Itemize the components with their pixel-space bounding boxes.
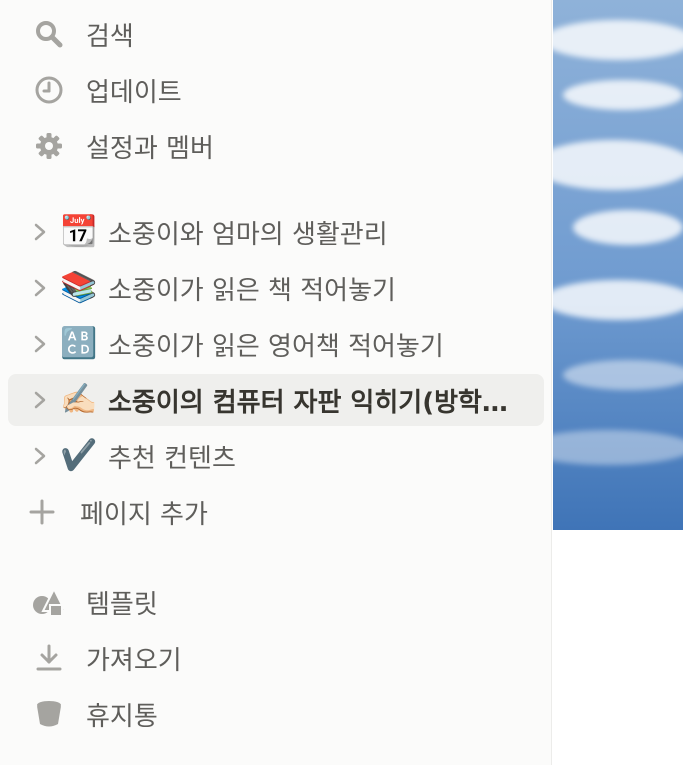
page-title: 소중이가 읽은 책 적어놓기 [108,275,396,306]
chevron-right-icon[interactable] [28,388,52,412]
settings-button[interactable]: 설정과 멤버 [8,120,544,172]
trash-label: 휴지통 [86,701,158,732]
chevron-right-icon[interactable] [28,332,52,356]
trash-button[interactable]: 휴지통 [8,688,544,740]
search-icon [32,17,66,51]
page-title: 소중이와 엄마의 생활관리 [108,219,388,250]
download-icon [32,641,66,675]
add-page-button[interactable]: 페이지 추가 [8,486,544,538]
page-title: 소중이가 읽은 영어책 적어놓기 [108,331,444,362]
shapes-icon [32,585,66,619]
chevron-right-icon[interactable] [28,276,52,300]
chevron-right-icon[interactable] [28,444,52,468]
sidebar-page-item[interactable]: 🔠 소중이가 읽은 영어책 적어놓기 [8,318,544,370]
chevron-right-icon[interactable] [28,220,52,244]
sidebar-page-item[interactable]: ✔️ 추천 컨텐츠 [8,430,544,482]
sidebar-page-item[interactable]: 📚 소중이가 읽은 책 적어놓기 [8,262,544,314]
templates-label: 템플릿 [86,589,158,620]
check-mark-icon: ✔️ [60,438,98,473]
page-content-area [553,530,683,765]
search-button[interactable]: 검색 [8,8,544,60]
trash-icon [32,697,66,731]
gear-icon [32,129,66,163]
templates-button[interactable]: 템플릿 [8,576,544,628]
import-label: 가져오기 [86,645,182,676]
search-label: 검색 [86,21,134,52]
import-button[interactable]: 가져오기 [8,632,544,684]
clock-icon [32,73,66,107]
sidebar-page-item-active[interactable]: ✍🏻 소중이의 컴퓨터 자판 익히기(방학… [8,374,544,426]
settings-label: 설정과 멤버 [86,133,214,164]
add-page-label: 페이지 추가 [80,499,208,530]
writing-hand-icon: ✍🏻 [60,382,98,417]
calendar-icon: 📆 [60,214,98,249]
page-title: 추천 컨텐츠 [108,443,236,474]
page-title: 소중이의 컴퓨터 자판 익히기(방학… [108,387,508,418]
sidebar: 검색 업데이트 설정과 멤버 📆 소중이와 엄마의 생활관리 📚 소중이가 읽은… [0,0,552,765]
sidebar-page-item[interactable]: 📆 소중이와 엄마의 생활관리 [8,206,544,258]
updates-label: 업데이트 [86,77,182,108]
plus-icon [28,498,56,526]
updates-button[interactable]: 업데이트 [8,64,544,116]
abcd-icon: 🔠 [60,326,98,361]
page-cover-image [553,0,683,530]
books-icon: 📚 [60,270,98,305]
